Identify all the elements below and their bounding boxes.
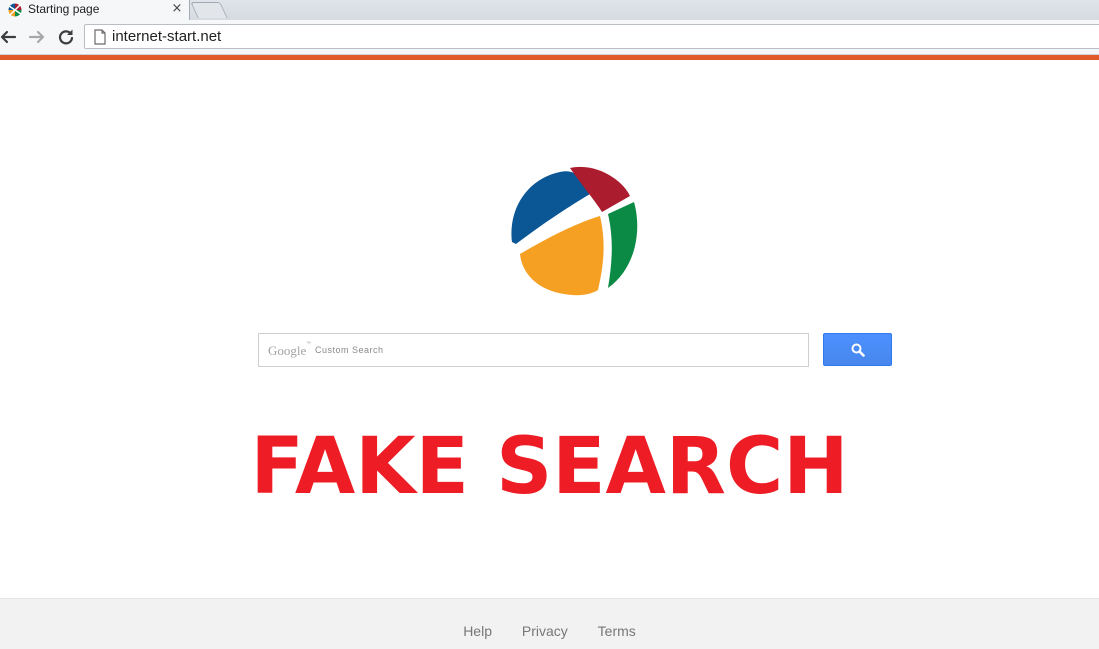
google-brand-text: Google [268, 343, 307, 358]
browser-toolbar: internet-start.net [0, 20, 1099, 55]
new-tab-icon[interactable] [190, 2, 228, 18]
forward-arrow-icon[interactable] [26, 26, 48, 48]
custom-search-label: Custom Search [315, 345, 384, 355]
footer-links: Help Privacy Terms [0, 623, 1099, 639]
browser-window: Starting page × internet-start.net Googl… [0, 0, 1099, 649]
search-button[interactable] [823, 333, 892, 366]
address-bar[interactable]: internet-start.net [84, 24, 1099, 49]
fake-search-overlay: FAKE SEARCH [250, 422, 849, 512]
footer-link-help[interactable]: Help [463, 623, 492, 639]
tab-title: Starting page [28, 2, 100, 16]
tab-close-icon[interactable]: × [170, 1, 184, 17]
footer-link-terms[interactable]: Terms [598, 623, 636, 639]
footer: Help Privacy Terms [0, 598, 1099, 649]
tab-starting-page[interactable]: Starting page × [0, 0, 190, 20]
page-content: Google ™ Custom Search FAKE SEARCH Help … [0, 60, 1099, 649]
url-text: internet-start.net [112, 28, 222, 45]
trademark-mark: ™ [306, 341, 311, 347]
site-logo-icon [8, 3, 22, 17]
page-icon [94, 29, 106, 45]
tab-strip: Starting page × [0, 0, 1099, 20]
search-input[interactable]: Google ™ Custom Search [258, 333, 809, 367]
magnifier-icon [851, 343, 865, 357]
reload-icon[interactable] [55, 26, 77, 48]
four-color-x-logo [511, 166, 638, 296]
back-arrow-icon[interactable] [0, 26, 19, 48]
footer-link-privacy[interactable]: Privacy [522, 623, 568, 639]
